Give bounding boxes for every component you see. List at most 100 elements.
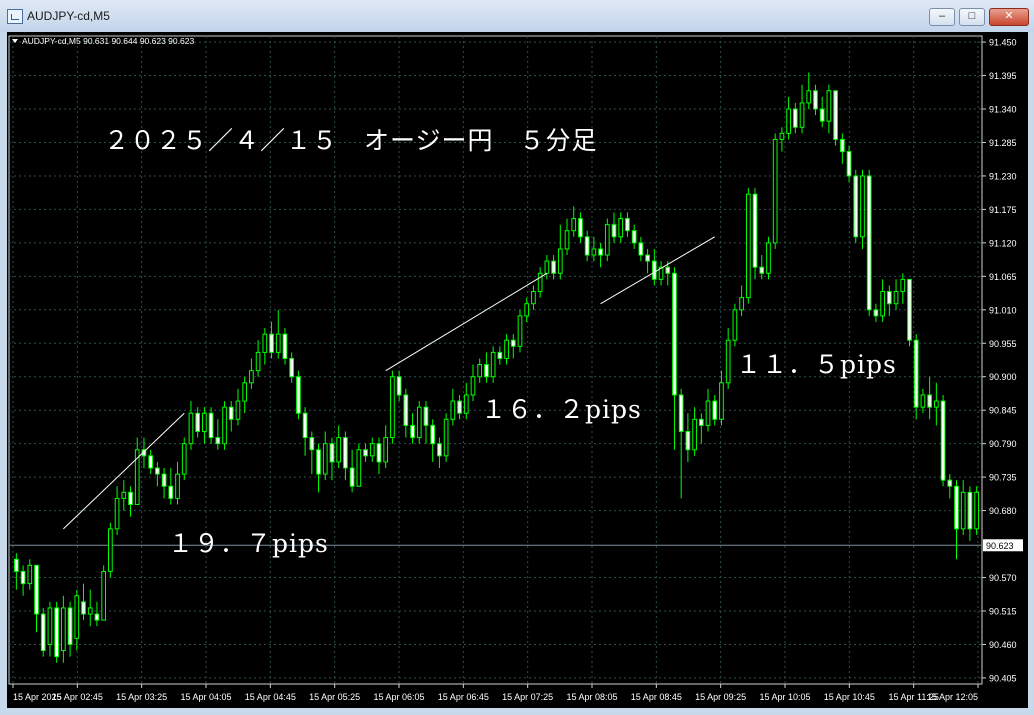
candle-bear [940, 400, 946, 481]
candle-bear [128, 491, 133, 506]
candle-bear [376, 443, 382, 463]
candle-bull [108, 528, 113, 572]
candle-bear [672, 272, 677, 396]
candle-bear [598, 248, 603, 256]
candle-bear [967, 491, 973, 530]
candle-bear [168, 485, 174, 499]
candle-bull [101, 570, 107, 621]
candle-bull [383, 437, 389, 463]
candle-bull [732, 309, 738, 341]
candle-bear [484, 364, 489, 378]
candle-bear [907, 278, 912, 341]
candle-bull [604, 224, 610, 256]
x-tick-label: 15 Apr 06:45 [438, 692, 489, 702]
price-chart[interactable]: 91.450 91.395 91.340 91.285 91.230 91.175 91.1… [7, 32, 1028, 708]
candle-bull [443, 418, 449, 457]
candle-bull [960, 491, 966, 530]
minimize-button[interactable]: – [929, 8, 955, 26]
candle-bull [618, 218, 624, 238]
candle-bull [806, 90, 812, 104]
y-tick-label: 90.900 [989, 372, 1017, 382]
window-titlebar: AUDJPY-cd,M5 – □ ✕ [0, 0, 1034, 32]
chart-window-icon [7, 9, 23, 24]
candle-bear [228, 406, 234, 420]
y-tick-label: 90.955 [989, 339, 1017, 349]
candle-bear [343, 437, 348, 469]
candle-bear [349, 467, 355, 487]
candle-bull [799, 102, 805, 128]
candle-bull [557, 248, 563, 274]
candle-bear [927, 394, 932, 408]
y-tick-label: 90.570 [989, 573, 1017, 583]
candle-bull [61, 607, 66, 652]
x-tick-label: 15 Apr 09:25 [695, 692, 746, 702]
candle-bull [591, 248, 597, 256]
x-tick-label: 15 Apr 03:25 [116, 692, 167, 702]
candle-bear [282, 333, 288, 359]
candle-bear [678, 394, 684, 432]
candle-bull [766, 242, 771, 274]
candle-bear [947, 479, 953, 487]
x-tick-label: 15 Apr 08:05 [566, 692, 617, 702]
y-tick-label: 90.680 [989, 506, 1017, 516]
candle-bull [235, 400, 241, 420]
candle-bear [813, 90, 818, 110]
candle-bear [712, 400, 718, 420]
y-tick-label: 90.460 [989, 640, 1017, 650]
candle-bull [504, 339, 509, 359]
candle-bull [517, 315, 523, 347]
candle-bull [524, 303, 530, 317]
candle-bear [430, 424, 436, 445]
candle-bull [27, 564, 33, 585]
window-bottom-border [0, 708, 1034, 715]
candle-bear [819, 108, 825, 122]
candle-bear [161, 473, 167, 487]
maximize-button[interactable]: □ [959, 8, 985, 26]
candle-bull [880, 291, 885, 317]
x-tick-label: 15 Apr 08:45 [631, 692, 682, 702]
candle-bull [692, 418, 697, 451]
chart-info-label: AUDJPY-cd,M5 90.631 90.644 90.623 90.623 [22, 36, 194, 46]
close-button[interactable]: ✕ [989, 8, 1029, 26]
candle-bull [74, 595, 80, 639]
y-tick-label: 91.395 [989, 71, 1017, 81]
candle-bull [275, 333, 281, 353]
candle-bear [631, 230, 637, 244]
y-tick-label: 91.340 [989, 105, 1017, 115]
candle-bear [396, 376, 402, 396]
candle-bull [222, 406, 227, 445]
candle-bear [853, 175, 859, 238]
candle-bear [685, 430, 691, 451]
candle-bull [121, 491, 127, 499]
y-tick-label: 91.285 [989, 138, 1017, 148]
candle-bear [437, 443, 442, 457]
candle-bear [665, 266, 671, 274]
y-tick-label: 91.230 [989, 171, 1017, 181]
y-tick-label: 91.175 [989, 205, 1017, 215]
candle-bear [510, 339, 516, 347]
candle-bear [954, 485, 959, 530]
candle-bull [255, 351, 261, 372]
candle-bull [893, 291, 899, 305]
candle-bear [289, 357, 295, 378]
candle-bull [826, 90, 832, 122]
candle-bull [47, 607, 53, 645]
candle-bull [725, 339, 731, 384]
candle-bear [423, 406, 429, 426]
candle-bull [786, 108, 791, 134]
candle-bear [846, 151, 852, 177]
candle-bear [578, 218, 583, 238]
candle-bull [860, 175, 865, 238]
annotation-pips-3: １１．５pips [736, 350, 897, 379]
candle-bull [369, 443, 375, 457]
y-tick-label: 91.010 [989, 305, 1017, 315]
candle-bear [208, 412, 214, 439]
candle-bull [87, 607, 93, 615]
candle-bull [719, 382, 724, 420]
candle-bear [309, 437, 315, 451]
candle-bull [900, 278, 906, 293]
candle-bear [296, 376, 301, 414]
candle-bear [302, 412, 308, 439]
candle-bear [792, 108, 798, 128]
candle-bull [416, 406, 422, 439]
